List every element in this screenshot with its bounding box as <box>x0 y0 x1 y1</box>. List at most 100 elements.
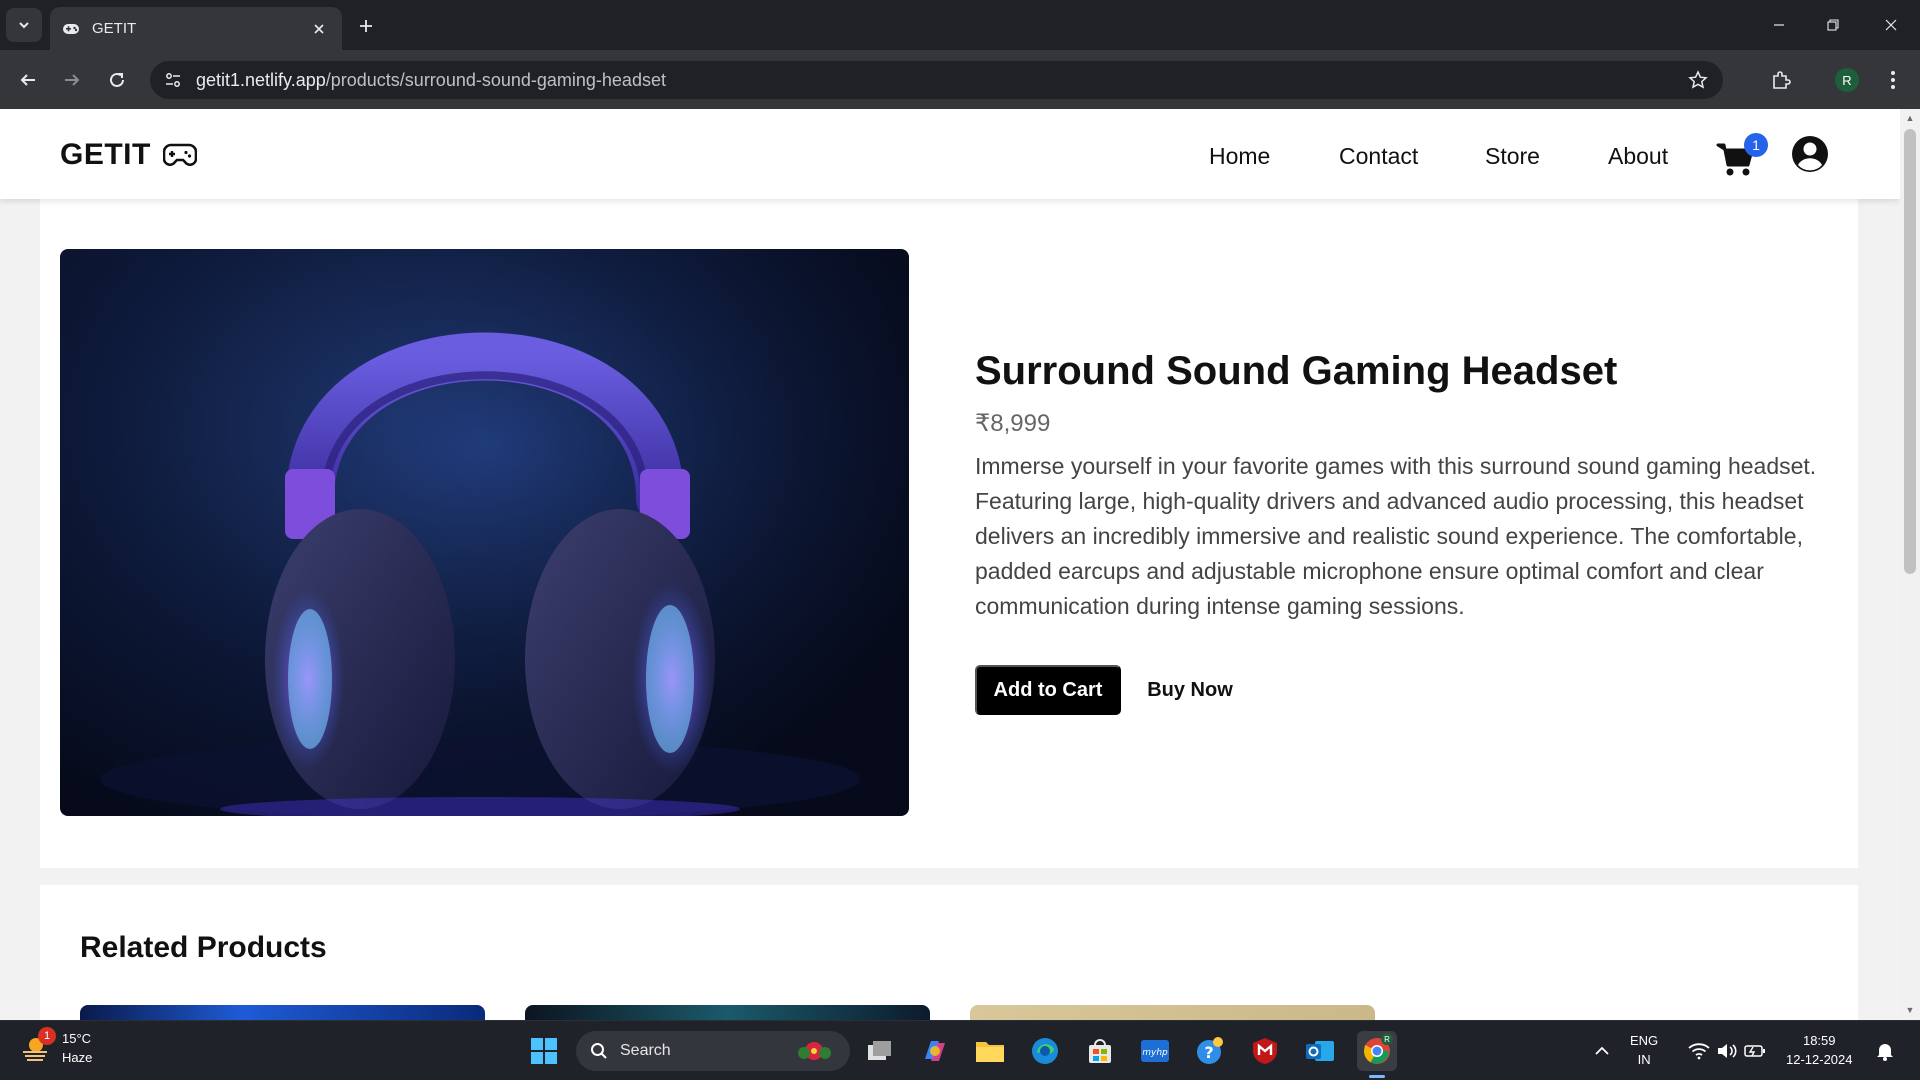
chevron-up-icon <box>1595 1046 1609 1055</box>
bookmark-star-icon[interactable] <box>1687 69 1709 91</box>
tab-search-button[interactable] <box>6 8 42 42</box>
task-view-button[interactable] <box>860 1031 900 1071</box>
task-view-icon <box>868 1041 891 1060</box>
myhp-button[interactable]: myhp <box>1135 1031 1175 1071</box>
microsoft-store-button[interactable] <box>1080 1031 1120 1071</box>
close-icon <box>1885 19 1897 31</box>
nav-contact[interactable]: Contact <box>1339 143 1418 170</box>
browser-tab-active[interactable]: GETIT <box>50 7 342 50</box>
show-hidden-icons-button[interactable] <box>1582 1031 1622 1071</box>
related-product-card[interactable] <box>525 1005 930 1020</box>
weather-condition: Haze <box>62 1050 93 1065</box>
copilot-button[interactable] <box>915 1031 955 1071</box>
myhp-icon: myhp <box>1141 1040 1169 1062</box>
outlook-icon <box>1306 1041 1334 1061</box>
windows-logo-icon <box>531 1038 557 1064</box>
site-logo[interactable]: GETIT <box>60 138 197 172</box>
search-icon <box>591 1043 607 1059</box>
related-product-card[interactable] <box>80 1005 485 1020</box>
edge-browser-button[interactable] <box>1025 1031 1065 1071</box>
battery-icon <box>1744 1045 1765 1057</box>
close-tab-icon[interactable] <box>308 18 330 40</box>
related-products-section: Related Products <box>40 885 1858 1020</box>
edge-icon <box>1032 1038 1058 1064</box>
clock-time: 18:59 <box>1802 1033 1836 1048</box>
url-text[interactable]: getit1.netlify.app/products/surround-sou… <box>196 70 666 91</box>
input-language-indicator[interactable]: ENG IN <box>1630 1031 1658 1069</box>
browser-tab-bar: GETIT <box>0 0 1920 50</box>
nav-store[interactable]: Store <box>1485 143 1540 170</box>
mcafee-shield-icon <box>1253 1038 1277 1064</box>
user-circle-icon <box>1792 136 1828 172</box>
file-explorer-button[interactable] <box>970 1031 1010 1071</box>
minimize-button[interactable] <box>1756 10 1802 40</box>
clock[interactable]: 18:59 12-12-2024 <box>1786 1031 1853 1069</box>
restore-button[interactable] <box>1810 10 1856 40</box>
weather-widget[interactable]: 1 15°C Haze <box>20 1027 93 1067</box>
nav-home[interactable]: Home <box>1209 143 1270 170</box>
reload-icon <box>110 72 124 87</box>
reload-button[interactable] <box>101 64 133 96</box>
chrome-button[interactable]: R <box>1357 1031 1397 1071</box>
extensions-button[interactable] <box>1765 64 1797 96</box>
copilot-icon <box>925 1041 945 1061</box>
poinsettia-icon <box>798 1042 831 1060</box>
help-icon: ? <box>1197 1037 1223 1064</box>
tab-title: GETIT <box>92 20 137 37</box>
site-settings-icon[interactable] <box>164 71 182 89</box>
related-products-title: Related Products <box>80 931 327 964</box>
profile-button[interactable]: R <box>1831 64 1863 96</box>
folder-icon <box>976 1042 1004 1062</box>
wifi-icon <box>1688 1043 1710 1060</box>
scrollbar-thumb[interactable] <box>1904 129 1916 574</box>
outlook-button[interactable] <box>1300 1031 1340 1071</box>
url-host: getit1.netlify.app <box>196 69 326 90</box>
product-price: ₹8,999 <box>975 410 1051 437</box>
svg-text:?: ? <box>1204 1043 1213 1062</box>
page-scrollbar[interactable]: ▲ ▼ <box>1900 109 1920 1020</box>
product-title: Surround Sound Gaming Headset <box>975 349 1618 393</box>
windows-taskbar: 1 15°C Haze Search myhp ? R ENG IN 18:59… <box>0 1020 1920 1080</box>
close-window-button[interactable] <box>1868 10 1914 40</box>
mcafee-button[interactable] <box>1245 1031 1285 1071</box>
add-to-cart-button[interactable]: Add to Cart <box>975 665 1121 715</box>
minimize-icon <box>1774 24 1784 26</box>
scroll-up-arrow-icon[interactable]: ▲ <box>1905 113 1915 123</box>
taskbar-search[interactable]: Search <box>576 1031 850 1071</box>
gamepad-icon <box>162 142 197 168</box>
clock-date: 12-12-2024 <box>1786 1052 1853 1067</box>
plus-icon <box>360 20 372 32</box>
headphones-image-icon <box>60 249 909 816</box>
site-header: GETIT Home Contact Store About 1 <box>0 109 1900 199</box>
product-image <box>60 249 909 816</box>
start-button[interactable] <box>524 1031 564 1071</box>
bell-icon <box>1877 1044 1893 1061</box>
scroll-down-arrow-icon[interactable]: ▼ <box>1905 1005 1915 1015</box>
related-product-card[interactable] <box>970 1005 1375 1020</box>
buy-now-button[interactable]: Buy Now <box>1140 665 1240 715</box>
browser-menu-button[interactable] <box>1877 64 1909 96</box>
forward-button[interactable] <box>56 64 88 96</box>
cart-button[interactable]: 1 <box>1716 133 1768 177</box>
store-bag-icon <box>1089 1039 1111 1063</box>
system-status-button[interactable] <box>1682 1031 1772 1071</box>
chrome-profile-badge: R <box>1381 1033 1393 1045</box>
search-placeholder: Search <box>620 1042 671 1059</box>
back-button[interactable] <box>12 64 44 96</box>
more-vertical-icon <box>1891 71 1895 89</box>
user-account-button[interactable] <box>1791 135 1829 178</box>
arrow-right-icon <box>65 74 80 86</box>
address-bar[interactable]: getit1.netlify.app/products/surround-sou… <box>150 61 1723 99</box>
new-tab-button[interactable] <box>352 12 380 40</box>
notifications-button[interactable] <box>1865 1031 1905 1071</box>
profile-avatar: R <box>1835 68 1859 92</box>
get-help-button[interactable]: ? <box>1190 1031 1230 1071</box>
logo-text: GETIT <box>60 138 151 171</box>
chevron-down-icon <box>19 22 29 29</box>
nav-about[interactable]: About <box>1608 143 1668 170</box>
url-path: /products/surround-sound-gaming-headset <box>325 69 666 90</box>
product-detail-card: Surround Sound Gaming Headset ₹8,999 Imm… <box>40 199 1858 868</box>
gamepad-favicon-icon <box>63 23 79 34</box>
region-code: IN <box>1637 1052 1651 1067</box>
product-description: Immerse yourself in your favorite games … <box>975 453 1817 619</box>
